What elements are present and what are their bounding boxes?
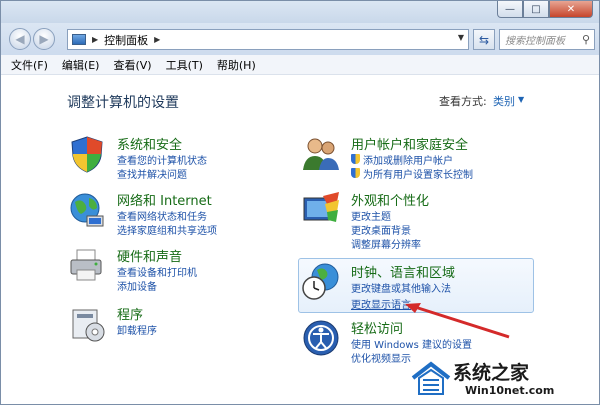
menu-tools[interactable]: 工具(T) [166, 57, 203, 73]
ease-of-access-icon[interactable] [301, 318, 341, 358]
address-bar[interactable]: ▶ 控制面板 ▶ ▼ [67, 29, 469, 50]
menu-edit[interactable]: 编辑(E) [62, 57, 100, 73]
category-title[interactable]: 轻松访问 [351, 318, 403, 337]
shield-icon[interactable] [67, 134, 107, 174]
category-title[interactable]: 硬件和声音 [117, 246, 182, 265]
forward-button[interactable]: ▶ [33, 28, 55, 50]
chevron-right-icon[interactable]: ▶ [154, 35, 160, 44]
link-change-input-method[interactable]: 更改键盘或其他输入法 [351, 280, 451, 295]
minimize-button[interactable]: — [497, 1, 523, 18]
breadcrumb-control-panel[interactable]: 控制面板 [104, 32, 148, 48]
search-icon[interactable]: ⚲ [582, 33, 590, 46]
link-devices-printers[interactable]: 查看设备和打印机 [117, 264, 197, 279]
category-title[interactable]: 时钟、语言和区域 [351, 262, 455, 281]
category-title[interactable]: 网络和 Internet [117, 190, 212, 209]
chevron-down-icon[interactable]: ▼ [518, 95, 524, 104]
house-logo-icon [411, 361, 451, 395]
menu-help[interactable]: 帮助(H) [217, 57, 256, 73]
link-troubleshoot[interactable]: 查找并解决问题 [117, 166, 187, 181]
category-hardware-sound: 硬件和声音 查看设备和打印机 添加设备 [67, 246, 287, 296]
link-add-remove-accounts[interactable]: 添加或删除用户帐户 [363, 152, 453, 167]
link-desktop-background[interactable]: 更改桌面背景 [351, 222, 411, 237]
uac-shield-icon [351, 168, 360, 178]
category-programs: 程序 卸载程序 [67, 304, 287, 354]
link-uninstall-program[interactable]: 卸载程序 [117, 322, 157, 337]
page-title: 调整计算机的设置 [67, 95, 179, 111]
appearance-icon[interactable] [301, 190, 341, 230]
chevron-down-icon[interactable]: ▼ [458, 33, 464, 42]
link-view-computer-status[interactable]: 查看您的计算机状态 [117, 152, 207, 167]
maximize-button[interactable]: □ [523, 1, 549, 18]
clock-globe-icon[interactable] [301, 262, 341, 302]
control-panel-window: — □ ✕ ◀ ▶ ▶ 控制面板 ▶ ▼ ⇆ 搜索控制面板 ⚲ 文件(F) 编辑… [0, 0, 600, 405]
watermark: 系统之家 Win10net.com [411, 358, 591, 400]
link-network-status[interactable]: 查看网络状态和任务 [117, 208, 207, 223]
menu-file[interactable]: 文件(F) [11, 57, 48, 73]
window-controls: — □ ✕ [497, 1, 593, 18]
view-by-dropdown[interactable]: 类别 [493, 93, 515, 109]
category-title[interactable]: 用户帐户和家庭安全 [351, 134, 468, 153]
back-arrow-icon: ◀ [15, 32, 25, 46]
back-button[interactable]: ◀ [9, 28, 31, 50]
control-panel-icon [72, 34, 86, 45]
close-button[interactable]: ✕ [549, 1, 593, 18]
link-change-theme[interactable]: 更改主题 [351, 208, 391, 223]
forward-arrow-icon: ▶ [39, 32, 49, 46]
link-parental-controls[interactable]: 为所有用户设置家长控制 [363, 166, 473, 181]
globe-network-icon[interactable] [67, 190, 107, 230]
chevron-right-icon[interactable]: ▶ [92, 35, 98, 44]
link-add-device[interactable]: 添加设备 [117, 278, 157, 293]
refresh-button[interactable]: ⇆ [473, 29, 495, 50]
navigation-bar: ◀ ▶ ▶ 控制面板 ▶ ▼ ⇆ 搜索控制面板 ⚲ [1, 23, 599, 55]
search-placeholder: 搜索控制面板 [505, 36, 565, 47]
category-user-accounts: 用户帐户和家庭安全 添加或删除用户帐户 为所有用户设置家长控制 [301, 134, 541, 184]
programs-icon[interactable] [67, 304, 107, 344]
refresh-icon: ⇆ [478, 32, 490, 47]
link-screen-resolution[interactable]: 调整屏幕分辨率 [351, 236, 421, 251]
title-bar[interactable]: — □ ✕ [1, 1, 599, 23]
view-by-label: 查看方式: [439, 95, 487, 108]
link-optimize-display[interactable]: 优化视频显示 [351, 350, 411, 365]
menu-bar: 文件(F) 编辑(E) 查看(V) 工具(T) 帮助(H) [1, 55, 599, 75]
link-homegroup-sharing[interactable]: 选择家庭组和共享选项 [117, 222, 217, 237]
printer-icon[interactable] [67, 246, 107, 286]
category-network-internet: 网络和 Internet 查看网络状态和任务 选择家庭组和共享选项 [67, 190, 287, 240]
category-title[interactable]: 程序 [117, 304, 143, 323]
menu-view[interactable]: 查看(V) [113, 57, 151, 73]
category-appearance: 外观和个性化 更改主题 更改桌面背景 调整屏幕分辨率 [301, 190, 541, 251]
uac-shield-icon [351, 154, 360, 164]
category-title[interactable]: 系统和安全 [117, 134, 182, 153]
annotation-arrow [405, 303, 510, 339]
category-title[interactable]: 外观和个性化 [351, 190, 429, 209]
category-system-security: 系统和安全 查看您的计算机状态 查找并解决问题 [67, 134, 287, 184]
users-icon[interactable] [301, 134, 341, 174]
content-area: 调整计算机的设置 查看方式: 类别 ▼ 系统和安全 查看您的计算机状态 查找并解… [1, 76, 599, 404]
watermark-subtitle: Win10net.com [465, 384, 555, 397]
search-input[interactable]: 搜索控制面板 ⚲ [499, 29, 595, 50]
watermark-title: 系统之家 [453, 362, 530, 384]
